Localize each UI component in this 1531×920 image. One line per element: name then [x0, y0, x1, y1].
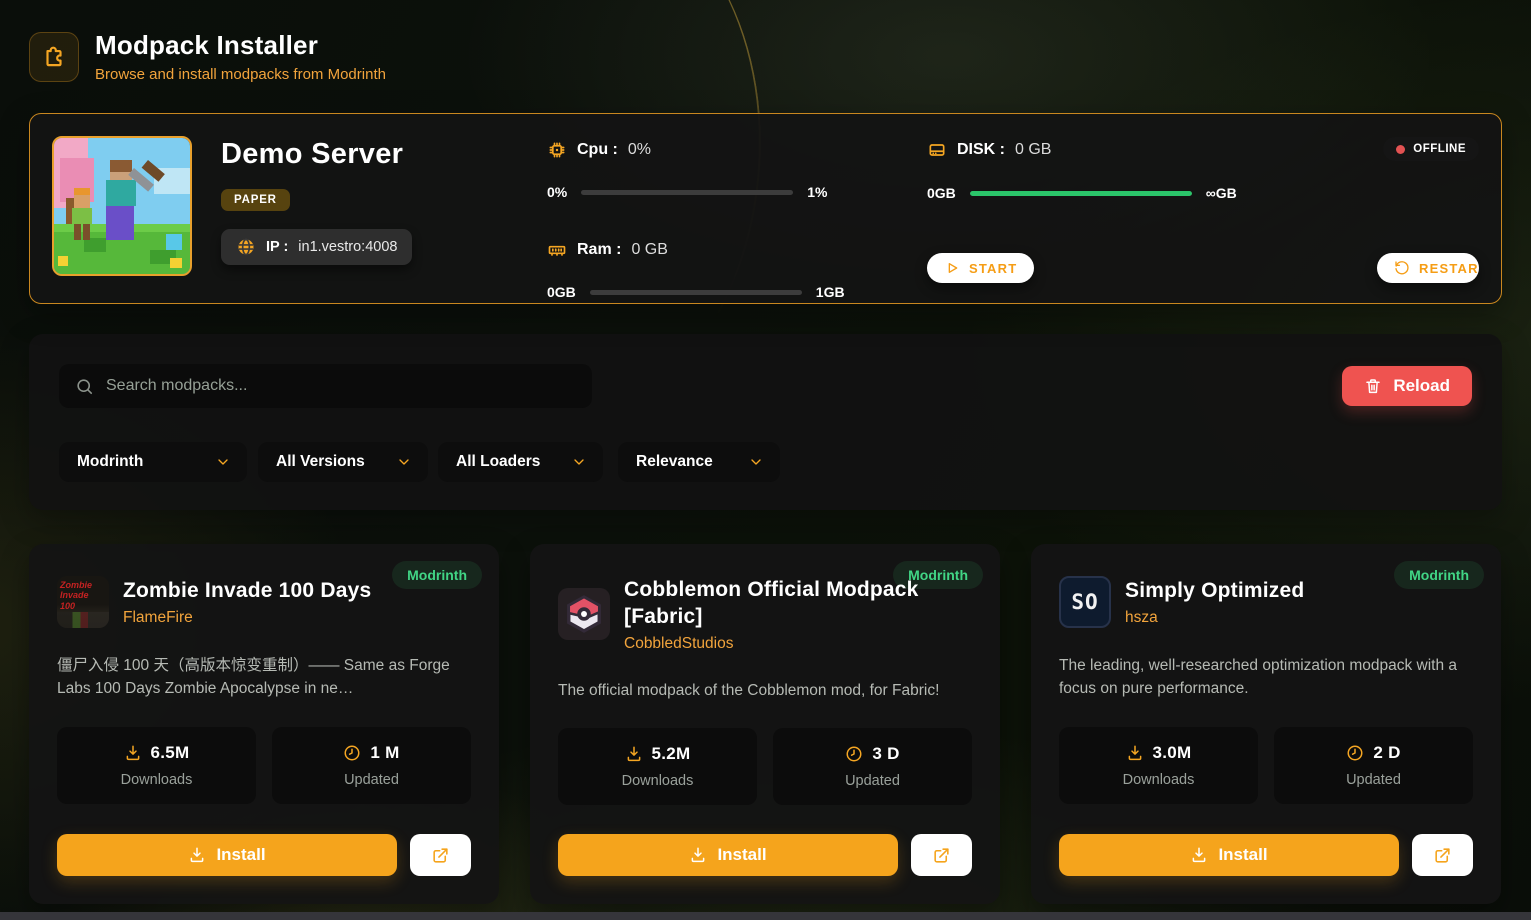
modpack-installer-page: Modpack Installer Browse and install mod…	[0, 0, 1531, 920]
external-link-icon	[932, 846, 951, 865]
search-box[interactable]	[59, 364, 592, 408]
server-ip-value: in1.vestro:4008	[298, 239, 397, 255]
install-button[interactable]: Install	[558, 834, 898, 876]
downloads-stat: 6.5M Downloads	[57, 727, 256, 804]
server-card: Demo Server PAPER IP : in1.vestro:4008	[29, 113, 1502, 304]
chevron-down-icon	[748, 454, 764, 470]
page-title: Modpack Installer	[95, 30, 386, 61]
disk-label: DISK :	[957, 141, 1005, 159]
clock-icon	[343, 744, 361, 762]
filter-loaders-dropdown[interactable]: All Loaders	[438, 442, 603, 482]
server-restart-button[interactable]: RESTART	[1377, 253, 1479, 283]
page-subtitle: Browse and install modpacks from Modrint…	[95, 66, 386, 83]
modpack-card: Modrinth Cobblemon Official Modpack [Fab…	[530, 544, 1000, 904]
disk-metric: DISK : 0 GB	[927, 140, 1051, 160]
server-name: Demo Server	[221, 138, 547, 171]
modpack-author: hsza	[1125, 609, 1304, 627]
modpack-description: The leading, well-researched optimizatio…	[1059, 654, 1473, 701]
ram-bar-max: 1GB	[816, 284, 845, 300]
puzzle-icon	[29, 32, 79, 82]
chevron-down-icon	[571, 454, 587, 470]
filter-sort-dropdown[interactable]: Relevance	[618, 442, 780, 482]
modpack-author: CobbledStudios	[624, 635, 972, 653]
disk-icon	[927, 140, 947, 160]
search-input[interactable]	[106, 377, 576, 395]
download-icon	[625, 745, 643, 763]
server-thumbnail	[52, 136, 192, 276]
server-start-button[interactable]: START	[927, 253, 1034, 283]
ram-progressbar	[590, 290, 802, 295]
server-ip-label: IP :	[266, 239, 288, 255]
open-external-button[interactable]	[1412, 834, 1473, 876]
cpu-bar-min: 0%	[547, 184, 567, 200]
server-software-badge: PAPER	[221, 189, 290, 211]
disk-bar-max: ∞GB	[1206, 185, 1237, 201]
ram-value: 0 GB	[631, 241, 667, 259]
modpack-title: Simply Optimized	[1125, 577, 1304, 604]
modpack-card: Modrinth SO Simply Optimized hsza The le…	[1031, 544, 1501, 904]
modpack-thumbnail	[558, 588, 610, 640]
external-link-icon	[1433, 846, 1452, 865]
bottom-edge-bar	[0, 912, 1531, 920]
modpack-description: 僵尸入侵 100 天（高版本惊变重制）—— Same as Forge Labs…	[57, 654, 471, 701]
play-icon	[944, 260, 960, 276]
updated-stat: 1 M Updated	[272, 727, 471, 804]
disk-progressbar	[970, 191, 1192, 196]
modpack-title: Zombie Invade 100 Days	[123, 577, 371, 604]
globe-icon	[236, 237, 256, 257]
cpu-progressbar	[581, 190, 793, 195]
clock-icon	[845, 745, 863, 763]
cpu-metric: Cpu : 0% 0% 1%	[547, 140, 877, 200]
ram-metric: Ram : 0 GB 0GB 1GB	[547, 240, 877, 300]
modpack-thumbnail: SO	[1059, 576, 1111, 628]
modpack-browser-panel: Reload Modrinth All Versions All Loaders	[29, 334, 1502, 510]
download-icon	[1126, 744, 1144, 762]
download-icon	[1190, 846, 1208, 864]
modpack-thumbnail: Zombie Invade 100	[57, 576, 109, 628]
modpack-title: Cobblemon Official Modpack [Fabric]	[624, 576, 972, 631]
restart-icon	[1394, 260, 1410, 276]
install-button[interactable]: Install	[57, 834, 397, 876]
open-external-button[interactable]	[410, 834, 471, 876]
server-metrics-left: Cpu : 0% 0% 1%	[547, 134, 877, 283]
filter-versions-dropdown[interactable]: All Versions	[258, 442, 428, 482]
disk-bar-min: 0GB	[927, 185, 956, 201]
status-text: OFFLINE	[1413, 143, 1466, 155]
cpu-value: 0%	[628, 141, 651, 159]
open-external-button[interactable]	[911, 834, 972, 876]
status-badge: OFFLINE	[1383, 137, 1479, 161]
reload-button[interactable]: Reload	[1342, 366, 1472, 406]
downloads-stat: 3.0M Downloads	[1059, 727, 1258, 804]
filter-source-dropdown[interactable]: Modrinth	[59, 442, 247, 482]
cpu-icon	[547, 140, 567, 160]
download-icon	[124, 744, 142, 762]
cpu-label: Cpu :	[577, 141, 618, 159]
server-info: Demo Server PAPER IP : in1.vestro:4008	[192, 134, 547, 283]
modpack-results: Modrinth Zombie Invade 100 Zombie Invade…	[29, 544, 1502, 904]
updated-stat: 2 D Updated	[1274, 727, 1473, 804]
cpu-bar-max: 1%	[807, 184, 827, 200]
app-header: Modpack Installer Browse and install mod…	[0, 0, 1531, 83]
install-button[interactable]: Install	[1059, 834, 1399, 876]
trash-icon	[1364, 377, 1382, 395]
disk-value: 0 GB	[1015, 141, 1051, 159]
modpack-description: The official modpack of the Cobblemon mo…	[558, 679, 972, 702]
chevron-down-icon	[215, 454, 231, 470]
downloads-stat: 5.2M Downloads	[558, 728, 757, 805]
modpack-author: FlameFire	[123, 609, 371, 627]
ram-label: Ram :	[577, 241, 621, 259]
server-metrics-right: DISK : 0 GB OFFLINE 0GB ∞GB	[877, 134, 1479, 283]
download-icon	[188, 846, 206, 864]
ram-icon	[547, 240, 567, 260]
updated-stat: 3 D Updated	[773, 728, 972, 805]
chevron-down-icon	[396, 454, 412, 470]
ram-bar-min: 0GB	[547, 284, 576, 300]
server-ip-pill[interactable]: IP : in1.vestro:4008	[221, 229, 412, 265]
clock-icon	[1346, 744, 1364, 762]
modpack-card: Modrinth Zombie Invade 100 Zombie Invade…	[29, 544, 499, 904]
search-icon	[75, 377, 94, 396]
external-link-icon	[431, 846, 450, 865]
offline-dot-icon	[1396, 145, 1405, 154]
download-icon	[689, 846, 707, 864]
